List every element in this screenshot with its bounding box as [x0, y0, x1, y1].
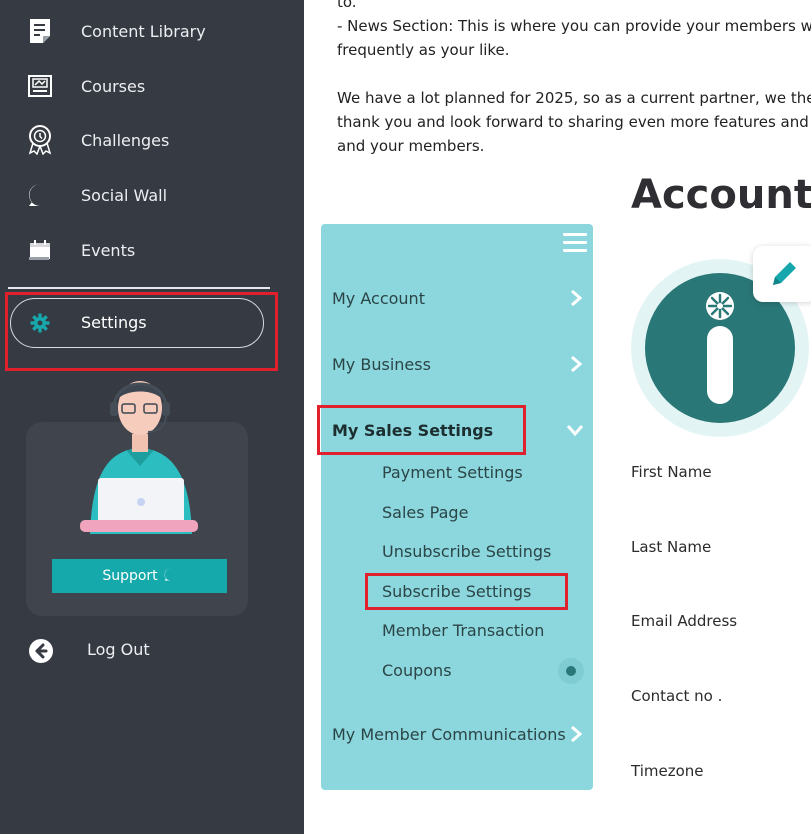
certificate-icon — [27, 73, 53, 99]
news-body-text: to. - News Section: This is where you ca… — [337, 0, 811, 158]
chevron-right-icon[interactable] — [568, 356, 584, 372]
sidebar-item-challenges[interactable]: Challenges — [0, 118, 304, 162]
info-logo-icon — [706, 292, 734, 404]
sidebar-item-label: Settings — [81, 313, 147, 332]
sidebar-item-events[interactable]: Events — [0, 228, 304, 272]
sidebar: Content Library Courses Challenges Socia… — [0, 0, 304, 834]
support-agent-illustration — [80, 381, 198, 534]
menu-item-my-business[interactable]: My Business — [332, 355, 431, 374]
submenu-item-sales-page[interactable]: Sales Page — [382, 503, 468, 522]
award-ribbon-icon — [27, 125, 53, 155]
chat-bubble-icon — [164, 568, 177, 585]
menu-item-my-sales-settings[interactable]: My Sales Settings — [332, 421, 493, 440]
sidebar-item-label: Challenges — [81, 130, 170, 150]
logout-button[interactable]: Log Out — [28, 634, 228, 668]
field-label-last-name: Last Name — [631, 538, 712, 556]
sidebar-item-label: Social Wall — [81, 185, 168, 205]
field-label-timezone: Timezone — [631, 762, 704, 780]
page-title: Account — [631, 172, 811, 218]
hamburger-menu-icon[interactable] — [563, 233, 587, 255]
chat-bubble-icon — [27, 182, 53, 208]
document-icon — [27, 18, 53, 44]
submenu-item-subscribe-settings[interactable]: Subscribe Settings — [382, 582, 531, 601]
pencil-icon — [770, 260, 800, 292]
sidebar-item-courses[interactable]: Courses — [0, 64, 304, 108]
body-line: We have a lot planned for 2025, so as a … — [337, 89, 811, 107]
sidebar-item-label: Courses — [81, 76, 146, 96]
sidebar-item-settings[interactable]: Settings — [10, 298, 264, 348]
chevron-right-icon[interactable] — [568, 290, 584, 306]
sidebar-divider — [8, 287, 270, 289]
body-line: frequently as your like. — [337, 41, 510, 59]
menu-item-my-account[interactable]: My Account — [332, 289, 425, 308]
gear-icon — [29, 312, 51, 334]
support-button-label: Support — [102, 568, 158, 584]
sidebar-item-content-library[interactable]: Content Library — [0, 9, 304, 53]
field-label-contact-no: Contact no . — [631, 687, 723, 705]
submenu-item-payment-settings[interactable]: Payment Settings — [382, 463, 523, 482]
submenu-item-coupons[interactable]: Coupons — [382, 661, 452, 680]
chevron-down-icon[interactable] — [567, 422, 583, 438]
menu-item-my-member-communications[interactable]: My Member Communications — [332, 725, 566, 744]
logout-arrow-icon — [28, 638, 54, 668]
support-button[interactable]: Support — [52, 559, 227, 593]
logout-label: Log Out — [87, 640, 150, 659]
sidebar-item-label: Events — [81, 240, 136, 260]
calendar-icon — [27, 237, 53, 263]
sidebar-item-social-wall[interactable]: Social Wall — [0, 173, 304, 217]
scroll-indicator-dot[interactable] — [558, 658, 584, 684]
submenu-item-member-transaction[interactable]: Member Transaction — [382, 621, 544, 640]
sidebar-item-label: Content Library — [81, 21, 206, 41]
chevron-right-icon[interactable] — [568, 726, 584, 742]
body-line: to. — [337, 0, 357, 11]
edit-avatar-button[interactable] — [753, 246, 811, 302]
field-label-first-name: First Name — [631, 463, 712, 481]
body-line: and your members. — [337, 137, 485, 155]
body-line: thank you and look forward to sharing ev… — [337, 113, 809, 131]
field-label-email-address: Email Address — [631, 612, 738, 630]
body-line: - News Section: This is where you can pr… — [337, 17, 811, 35]
submenu-item-unsubscribe-settings[interactable]: Unsubscribe Settings — [382, 542, 551, 561]
